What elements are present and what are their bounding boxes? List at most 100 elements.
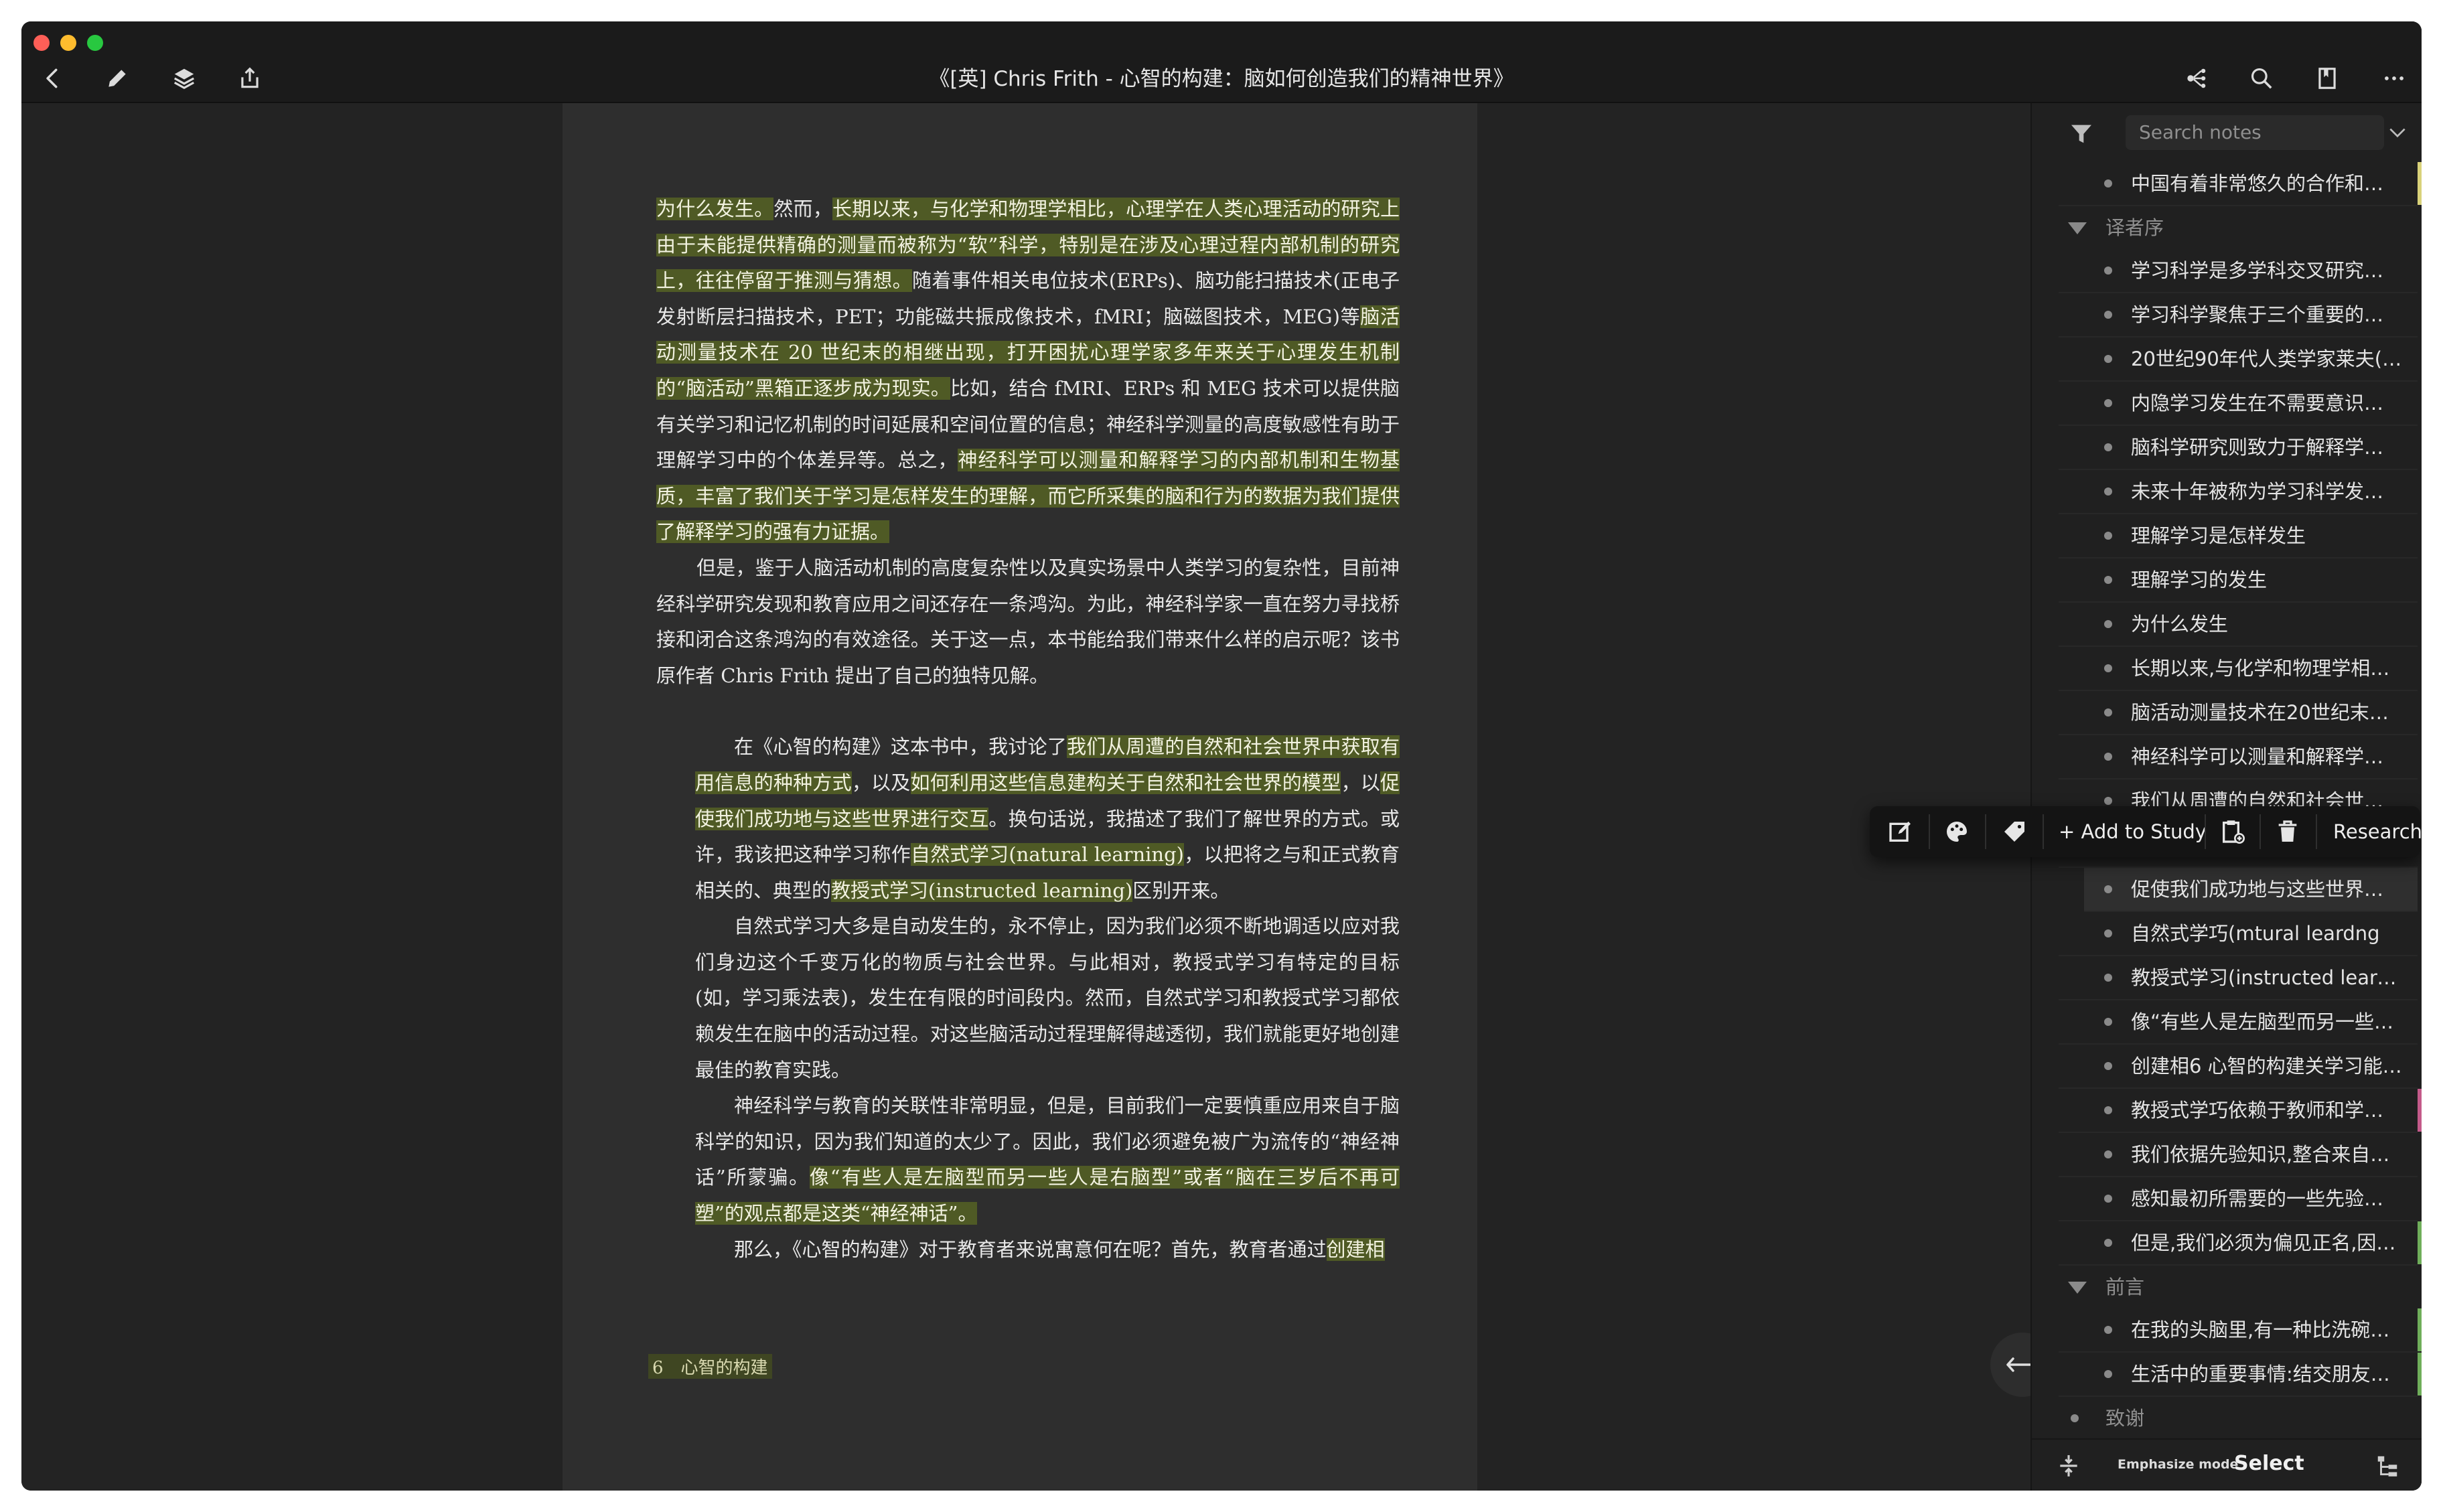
bullet-icon (2104, 1150, 2112, 1158)
note-item[interactable]: 感知最初所需要的一些先验… (2059, 1177, 2418, 1221)
note-item[interactable]: 中国有着非常悠久的合作和… (2059, 162, 2422, 206)
emphasize-mode-toggle[interactable]: Emphasize mode (2118, 1457, 2238, 1472)
note-label: 学习科学聚焦于三个重要的… (2131, 303, 2384, 326)
quote-paragraph-4[interactable]: 那么，《心智的构建》对于教育者来说寓意何在呢？首先，教育者通过创建相 (695, 1232, 1400, 1268)
notes-group-header[interactable]: 致谢 (2059, 1397, 2422, 1440)
highlighted-text[interactable]: 创建相 (1326, 1237, 1385, 1261)
note-label: 理解学习是怎样发生 (2131, 524, 2306, 547)
collapse-expand-icon[interactable] (2056, 1453, 2081, 1479)
mindmap-icon[interactable] (2180, 63, 2211, 94)
separator (2260, 814, 2261, 849)
bullet-icon (2104, 708, 2112, 716)
select-button[interactable]: Select (2234, 1452, 2304, 1475)
quote-paragraph-1[interactable]: 在《心智的构建》这本书中，我讨论了我们从周遭的自然和社会世界中获取有用信息的种种… (695, 729, 1400, 909)
note-item[interactable]: 学习科学聚焦于三个重要的… (2059, 293, 2418, 337)
disclosure-triangle-icon[interactable] (2068, 222, 2087, 234)
clipboard-add-icon[interactable] (2219, 818, 2246, 845)
note-item[interactable]: 理解学习是怎样发生 (2059, 514, 2418, 558)
note-label: 译者序 (2105, 216, 2164, 239)
note-item[interactable]: 脑科学研究则致力于解释学… (2059, 426, 2418, 470)
note-label: 为什么发生 (2131, 613, 2229, 635)
note-item[interactable]: 为什么发生 (2059, 603, 2418, 647)
note-item[interactable]: 未来十年被称为学习科学发… (2059, 470, 2418, 514)
paragraph-2[interactable]: 但是，鉴于人脑活动机制的高度复杂性以及真实场景中人类学习的复杂性，目前神经科学研… (656, 550, 1400, 694)
search-icon[interactable] (2246, 63, 2277, 94)
note-item[interactable]: 理解学习的发生 (2059, 558, 2418, 603)
chevron-down-icon[interactable] (2387, 122, 2408, 143)
outline-tree-icon[interactable] (2375, 1453, 2400, 1479)
note-item[interactable]: 创建相6 心智的构建关学习能… (2059, 1045, 2418, 1089)
separator (2043, 814, 2044, 849)
bullet-icon (2104, 267, 2112, 275)
bullet-icon[interactable] (2071, 1414, 2079, 1422)
note-item[interactable]: 在我的头脑里,有一种比洗碗… (2059, 1308, 2422, 1353)
tag-icon[interactable] (2001, 818, 2028, 845)
reader-area: 为什么发生。然而，长期以来，与化学和物理学相比，心理学在人类心理活动的研究上由于… (21, 103, 2055, 1491)
bullet-icon (2104, 399, 2112, 407)
note-item[interactable]: 学习科学是多学科交叉研究… (2059, 249, 2418, 293)
body-text: 然而， (773, 198, 832, 220)
note-item[interactable]: 教授式学习(instructed learning (2059, 956, 2418, 1000)
page-footer: 6 心智的构建 (648, 1354, 772, 1379)
highlighted-text[interactable]: 如何利用这些信息建构关于自然和社会世界的模型 (910, 771, 1341, 794)
color-tag-stripe (2418, 1308, 2422, 1351)
note-label: 像“有些人是左脑型而另一些… (2131, 1010, 2394, 1033)
bookmark-icon[interactable] (2312, 63, 2343, 94)
note-item[interactable]: 但是,我们必须为偏见正名,因… (2059, 1221, 2422, 1266)
note-item[interactable]: 教授式学巧依赖于教师和学… (2059, 1089, 2422, 1133)
note-label: 学习科学是多学科交叉研究… (2131, 259, 2384, 282)
bullet-icon (2104, 576, 2112, 584)
palette-icon[interactable] (1943, 818, 1970, 845)
close-window-button[interactable] (33, 35, 50, 51)
disclosure-triangle-icon[interactable] (2068, 1282, 2087, 1294)
note-item[interactable]: 我们依据先验知识,整合来自… (2059, 1133, 2418, 1177)
bullet-icon (2104, 1106, 2112, 1114)
note-item[interactable]: 像“有些人是左脑型而另一些… (2059, 1000, 2418, 1045)
bullet-icon (2104, 532, 2112, 540)
research-button[interactable]: Research (2333, 806, 2422, 857)
bullet-icon (2104, 753, 2112, 761)
note-item-selected[interactable]: 促使我们成功地与这些世界… (2084, 868, 2418, 912)
minimize-window-button[interactable] (60, 35, 76, 51)
note-label: 在我的头脑里,有一种比洗碗… (2131, 1318, 2390, 1341)
bullet-icon (2104, 885, 2112, 893)
body-text: 区别开来。 (1132, 879, 1230, 902)
note-item[interactable]: 神经科学可以测量和解释学… (2059, 735, 2418, 779)
notes-group-header[interactable]: 前言 (2059, 1266, 2422, 1308)
note-item[interactable]: 自然式学巧(mtural leardng (2059, 912, 2418, 956)
bullet-icon (2104, 1326, 2112, 1334)
more-icon[interactable] (2379, 63, 2410, 94)
note-item[interactable]: 生活中的重要事情:结交朋友… (2059, 1353, 2422, 1397)
note-item[interactable]: 内隐学习发生在不需要意识… (2059, 382, 2418, 426)
quote-block: 在《心智的构建》这本书中，我讨论了我们从周遭的自然和社会世界中获取有用信息的种种… (656, 729, 1400, 1268)
highlighted-text[interactable]: 教授式学习(instructed learning) (831, 879, 1133, 902)
note-label: 生活中的重要事情:结交朋友… (2131, 1363, 2390, 1385)
paragraph-1[interactable]: 为什么发生。然而，长期以来，与化学和物理学相比，心理学在人类心理活动的研究上由于… (656, 192, 1400, 550)
notes-group-header[interactable]: 译者序 (2059, 206, 2422, 249)
note-label: 我们依据先验知识,整合来自… (2131, 1143, 2390, 1166)
edit-note-icon[interactable] (1887, 818, 1914, 845)
highlight-action-popup: + Add to Study Research (1870, 806, 2422, 857)
note-item[interactable]: 长期以来,与化学和物理学相… (2059, 647, 2418, 691)
separator (2316, 814, 2317, 849)
note-label: 内隐学习发生在不需要意识… (2131, 392, 2384, 414)
highlighted-text[interactable]: 自然式学习(natural learning) (911, 843, 1184, 866)
filter-icon[interactable] (2068, 121, 2095, 147)
bullet-icon (2104, 179, 2112, 187)
note-label: 理解学习的发生 (2131, 569, 2268, 591)
bullet-icon (2104, 664, 2112, 672)
quote-paragraph-3[interactable]: 神经科学与教育的关联性非常明显，但是，目前我们一定要慎重应用来自于脑科学的知识，… (695, 1088, 1400, 1231)
search-notes-input[interactable]: Search notes (2126, 115, 2384, 150)
highlighted-text[interactable]: 为什么发生。 (656, 198, 774, 220)
add-to-study-button[interactable]: + Add to Study (2059, 806, 2207, 857)
trash-icon[interactable] (2274, 818, 2301, 845)
document-title: 《[英] Chris Frith - 心智的构建：脑如何创造我们的精神世界》 (929, 67, 1514, 91)
note-item[interactable]: 脑活动测量技术在20世纪末… (2059, 691, 2418, 735)
note-label: 致谢 (2105, 1407, 2145, 1430)
bullet-icon (2104, 1239, 2112, 1247)
note-item[interactable]: 20世纪90年代人类学家莱夫(… (2059, 337, 2418, 382)
bullet-icon (2104, 929, 2112, 937)
zoom-window-button[interactable] (87, 35, 103, 51)
note-label: 中国有着非常悠久的合作和… (2131, 172, 2384, 195)
quote-paragraph-2[interactable]: 自然式学习大多是自动发生的，永不停止，因为我们必须不断地调适以应对我们身边这个千… (695, 909, 1400, 1088)
